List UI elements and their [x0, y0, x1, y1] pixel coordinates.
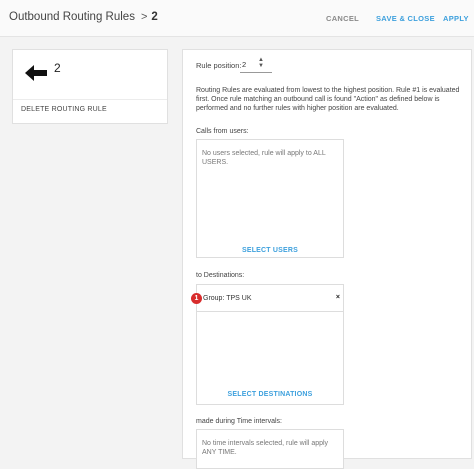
- delete-routing-rule-button[interactable]: DELETE ROUTING RULE: [21, 106, 107, 113]
- apply-button[interactable]: APPLY: [443, 14, 469, 23]
- calls-from-users-label: Calls from users:: [196, 128, 249, 135]
- destination-item: 1 Group: TPS UK ×: [191, 285, 343, 312]
- page-title: Outbound Routing Rules >2: [9, 11, 158, 23]
- rule-summary-card: 2 DELETE ROUTING RULE: [12, 49, 168, 124]
- time-intervals-box: No time intervals selected, rule will ap…: [196, 429, 344, 469]
- stepper-down-icon[interactable]: ▼: [258, 63, 264, 69]
- rule-position-stepper[interactable]: ▲ ▼: [258, 57, 264, 69]
- input-underline: [240, 72, 272, 73]
- top-bar: Outbound Routing Rules >2 CANCEL SAVE & C…: [0, 0, 474, 37]
- breadcrumb-section[interactable]: Outbound Routing Rules: [9, 11, 135, 23]
- destinations-box: 1 Group: TPS UK × SELECT DESTINATIONS: [191, 284, 344, 405]
- remove-destination-icon[interactable]: ×: [336, 294, 340, 301]
- users-empty-text: No users selected, rule will apply to AL…: [202, 150, 326, 166]
- divider: [13, 99, 167, 100]
- rule-description: Routing Rules are evaluated from lowest …: [196, 87, 460, 112]
- rule-position-input[interactable]: 2: [242, 60, 246, 69]
- save-close-button[interactable]: SAVE & CLOSE: [376, 14, 435, 23]
- breadcrumb-separator: >: [140, 11, 148, 23]
- users-box: No users selected, rule will apply to AL…: [196, 139, 344, 258]
- breadcrumb-rule-number: 2: [151, 11, 158, 23]
- rule-form: Rule position: 2 ▲ ▼ Routing Rules are e…: [182, 49, 472, 469]
- time-empty-text: No time intervals selected, rule will ap…: [202, 440, 329, 456]
- select-users-button[interactable]: SELECT USERS: [197, 247, 343, 254]
- select-destinations-button[interactable]: SELECT DESTINATIONS: [197, 391, 343, 398]
- time-intervals-label: made during Time intervals:: [196, 418, 282, 425]
- rule-position-label: Rule position:: [196, 61, 242, 70]
- destination-count-badge: 1: [191, 293, 202, 304]
- destination-label: Group: TPS UK: [203, 295, 252, 302]
- cancel-button[interactable]: CANCEL: [326, 14, 359, 23]
- arrow-left-icon: [25, 65, 47, 81]
- to-destinations-label: to Destinations:: [196, 272, 245, 279]
- rule-position-display: 2: [54, 61, 61, 75]
